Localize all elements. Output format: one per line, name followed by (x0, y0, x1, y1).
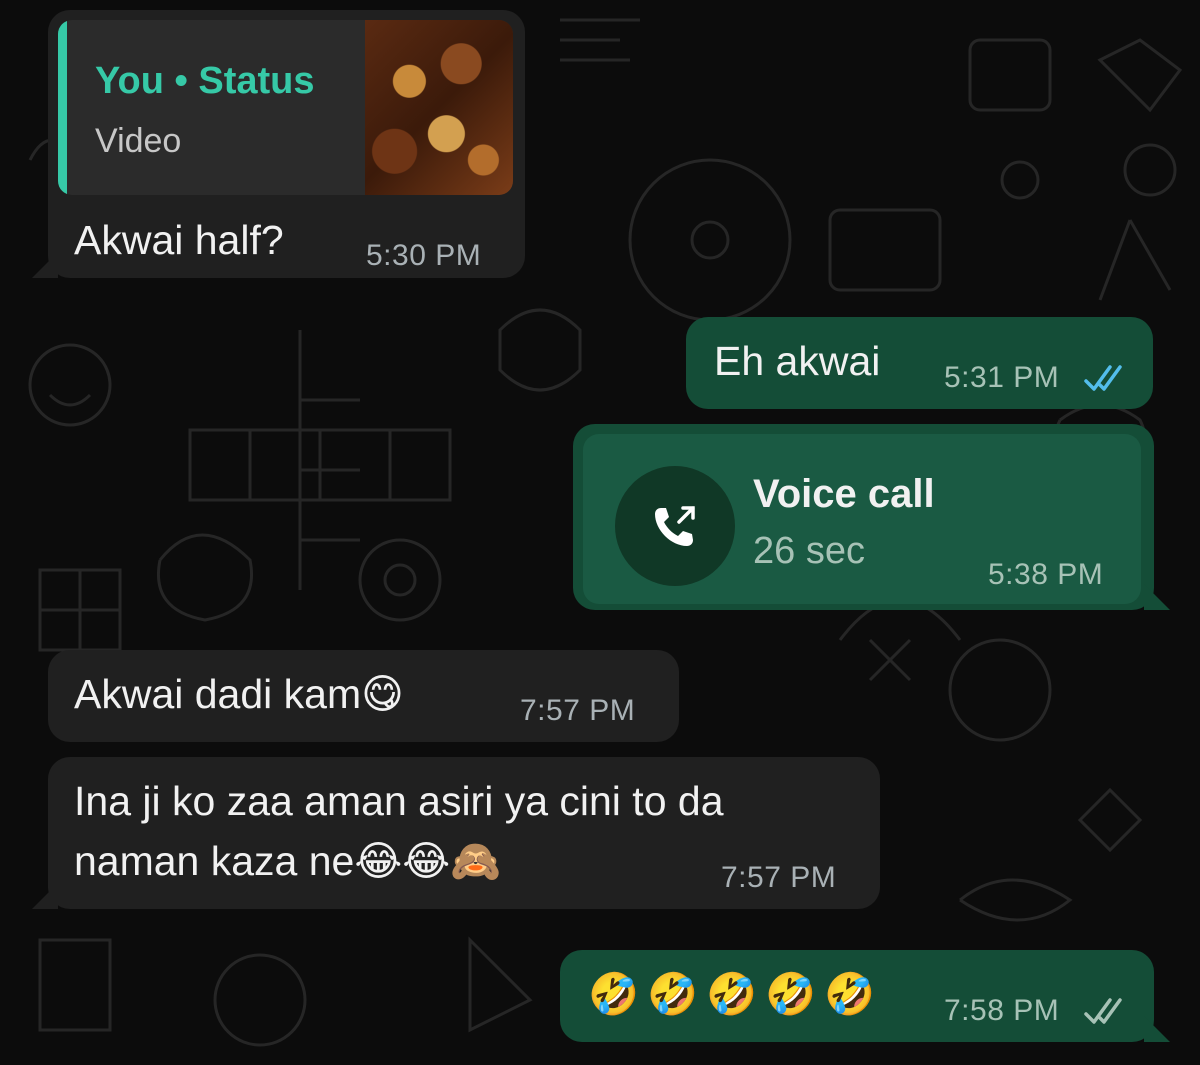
call-duration: 26 sec (753, 530, 865, 572)
message-bubble-incoming[interactable]: Akwai dadi kam😋 7:57 PM (48, 650, 679, 742)
laughing-emojis: 😂😂🙈 (354, 838, 502, 884)
message-bubble-outgoing[interactable]: 🤣🤣🤣🤣🤣 7:58 PM (560, 950, 1170, 1042)
message-text: Akwai dadi kam😋 (74, 664, 404, 724)
message-bubble-incoming[interactable]: Ina ji ko zaa aman asiri ya cini to da n… (32, 757, 880, 909)
message-time: 5:38 PM (988, 558, 1104, 591)
rofl-emojis: 🤣🤣🤣🤣🤣 (588, 971, 884, 1017)
message-time: 5:30 PM (366, 239, 482, 272)
message-text: Eh akwai (714, 338, 881, 384)
message-text: Akwai half? (74, 217, 284, 263)
quote-subtitle: Video (95, 122, 182, 160)
message-bubble-outgoing[interactable]: Eh akwai 5:31 PM (686, 317, 1153, 409)
message-time: 7:58 PM (944, 994, 1060, 1027)
quoted-status[interactable]: You • Status Video (58, 20, 513, 195)
delivered-ticks-icon (1084, 998, 1122, 1024)
message-bubble-incoming[interactable]: You • Status Video Akwai half? 5:30 PM (32, 10, 525, 278)
yum-face-emoji: 😋 (361, 671, 404, 717)
status-video-thumbnail (365, 20, 513, 195)
read-ticks-icon (1084, 365, 1122, 391)
chat-view[interactable]: You • Status Video Akwai half? 5:30 PM E… (0, 0, 1200, 1065)
quote-title: You • Status (95, 60, 315, 102)
message-text-content: naman kaza ne (74, 838, 355, 884)
message-text-line-2: naman kaza ne😂😂🙈 (74, 831, 501, 891)
call-icon-circle (615, 466, 735, 586)
message-time: 7:57 PM (520, 694, 636, 727)
outgoing-call-icon (655, 506, 695, 546)
quote-accent-bar (58, 20, 67, 195)
message-time: 7:57 PM (721, 861, 837, 894)
voice-call-bubble[interactable]: Voice call 26 sec 5:38 PM (573, 424, 1170, 610)
message-time: 5:31 PM (944, 361, 1060, 394)
message-text-line-1: Ina ji ko zaa aman asiri ya cini to da (74, 778, 724, 824)
call-title: Voice call (753, 472, 935, 516)
message-text-content: Akwai dadi kam (74, 671, 362, 717)
voice-call-card[interactable]: Voice call 26 sec 5:38 PM (583, 434, 1141, 604)
